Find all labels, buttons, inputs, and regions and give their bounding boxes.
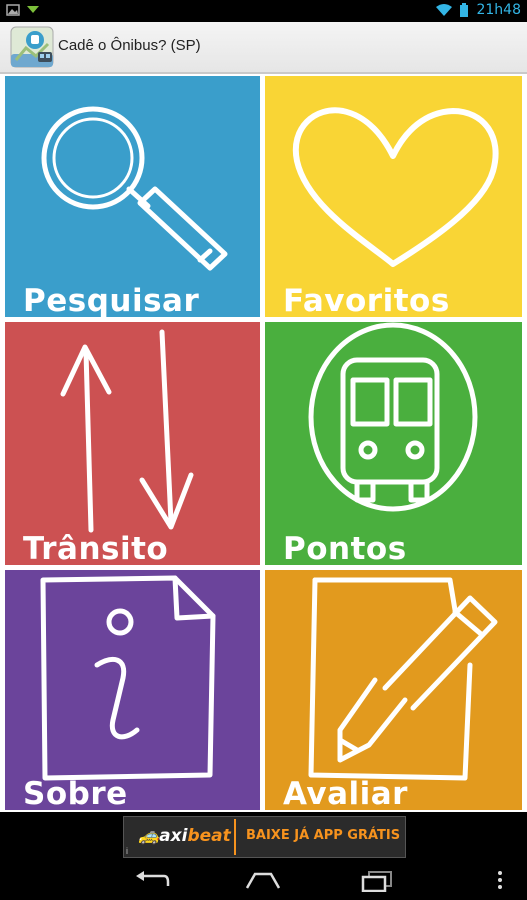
back-icon[interactable] <box>132 868 172 892</box>
bus-icon <box>308 322 478 512</box>
ad-brand: 🚕axibeat <box>138 826 231 846</box>
wifi-icon <box>436 4 453 16</box>
ad-bar: 🚕axibeat BAIXE JÁ APP GRÁTIS i <box>0 812 527 860</box>
tile-label: Sobre <box>23 776 128 810</box>
traffic-arrows-icon <box>60 329 194 533</box>
download-notification-icon <box>27 6 39 13</box>
ad-cta: BAIXE JÁ APP GRÁTIS <box>246 828 401 843</box>
tile-pontos[interactable]: Pontos <box>265 322 522 565</box>
tile-avaliar[interactable]: Avaliar <box>265 570 522 810</box>
tile-pesquisar[interactable]: Pesquisar <box>5 76 260 317</box>
ad-banner[interactable]: 🚕axibeat BAIXE JÁ APP GRÁTIS i <box>123 816 406 858</box>
ad-divider <box>234 819 236 855</box>
home-icon[interactable] <box>243 868 283 892</box>
tile-label: Pesquisar <box>23 283 200 317</box>
info-icon <box>40 575 216 781</box>
menu-overflow-icon[interactable] <box>488 868 512 892</box>
navigation-bar <box>0 860 527 900</box>
menu-grid: Pesquisar Favoritos Trânsito Pontos Sobr… <box>0 74 527 812</box>
tile-transito[interactable]: Trânsito <box>5 322 260 565</box>
tile-label: Avaliar <box>283 776 408 810</box>
status-bar: 21h48 <box>0 0 527 22</box>
gallery-notification-icon <box>6 4 20 16</box>
battery-icon <box>460 3 469 17</box>
taxi-logo-icon: 🚕 <box>138 826 160 846</box>
action-bar: Cadê o Ônibus? (SP) <box>0 22 527 74</box>
tile-label: Trânsito <box>23 531 169 565</box>
ad-info-icon[interactable]: i <box>126 846 128 856</box>
magnifier-icon <box>41 106 228 271</box>
tile-label: Pontos <box>283 531 407 565</box>
app-logo-icon[interactable] <box>10 26 54 68</box>
recent-apps-icon[interactable] <box>357 868 397 892</box>
tile-favoritos[interactable]: Favoritos <box>265 76 522 317</box>
clock: 21h48 <box>476 2 521 18</box>
heart-icon <box>292 107 499 267</box>
pencil-icon <box>308 577 498 781</box>
tile-label: Favoritos <box>283 283 450 317</box>
tile-sobre[interactable]: Sobre <box>5 570 260 810</box>
app-title: Cadê o Ônibus? (SP) <box>58 37 201 54</box>
